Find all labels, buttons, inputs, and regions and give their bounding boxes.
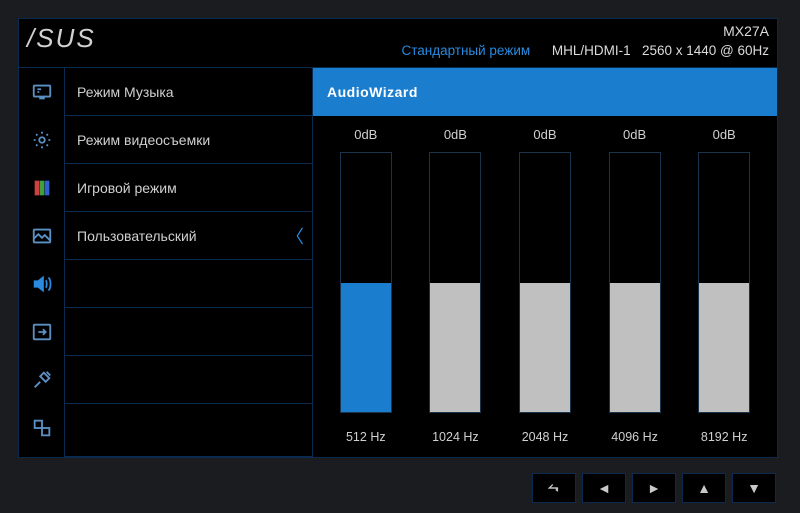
eq-db-label: 0dB [444, 116, 467, 152]
eq-bar-fill [610, 283, 660, 413]
eq-bar[interactable] [429, 152, 481, 413]
eq-band[interactable]: 0dB 4096 Hz [596, 116, 674, 457]
eq-bar-fill [430, 283, 480, 413]
eq-bar-fill [520, 283, 570, 413]
eq-hz-label: 4096 Hz [611, 417, 658, 457]
submenu: Режим Музыка Режим видеосъемки Игровой р… [65, 68, 313, 457]
eq-db-label: 0dB [623, 116, 646, 152]
content-title: AudioWizard [313, 68, 777, 116]
header: /SUS MX27A Стандартный режим MHL/HDMI-1 … [19, 19, 777, 67]
sound-icon [31, 273, 53, 295]
nav-back-button[interactable] [532, 473, 576, 503]
down-icon: ▼ [747, 480, 761, 496]
menu-empty-row [65, 356, 312, 404]
menu-item-video[interactable]: Режим видеосъемки [65, 116, 312, 164]
eq-hz-label: 1024 Hz [432, 417, 479, 457]
sidebar-bluelight[interactable] [19, 116, 64, 164]
menu-item-label: Режим видеосъемки [77, 132, 210, 148]
menu-item-label: Игровой режим [77, 180, 177, 196]
nav-buttons: ◄ ► ▲ ▼ [532, 473, 776, 503]
sidebar-image[interactable] [19, 212, 64, 260]
sidebar-sound[interactable] [19, 260, 64, 308]
model-label: MX27A [723, 23, 769, 39]
eq-bar[interactable] [519, 152, 571, 413]
sidebar-system[interactable] [19, 356, 64, 404]
picture-mode-label: Стандартный режим [401, 43, 530, 58]
body: Режим Музыка Режим видеосъемки Игровой р… [19, 67, 777, 457]
osd-panel: /SUS MX27A Стандартный режим MHL/HDMI-1 … [18, 18, 778, 458]
eq-band[interactable]: 0dB 8192 Hz [685, 116, 763, 457]
eq-db-label: 0dB [713, 116, 736, 152]
header-status: Стандартный режим MHL/HDMI-1 2560 x 1440… [401, 43, 769, 58]
eq-band[interactable]: 0dB 512 Hz [327, 116, 405, 457]
eq-hz-label: 8192 Hz [701, 417, 748, 457]
resolution-label: 2560 x 1440 @ 60Hz [642, 43, 769, 58]
menu-item-music[interactable]: Режим Музыка [65, 68, 312, 116]
sidebar-input[interactable] [19, 308, 64, 356]
sidebar [19, 68, 65, 457]
splendid-icon [31, 81, 53, 103]
eq-hz-label: 512 Hz [346, 417, 386, 457]
brand-logo: /SUS [27, 23, 96, 54]
back-icon [547, 481, 561, 495]
sidebar-splendid[interactable] [19, 68, 64, 116]
image-icon [31, 225, 53, 247]
menu-item-label: Пользовательский [77, 228, 197, 244]
equalizer: 0dB512 Hz0dB1024 Hz0dB2048 Hz0dB4096 Hz0… [313, 116, 777, 457]
eq-bar-fill [699, 283, 749, 413]
menu-item-label: Режим Музыка [77, 84, 174, 100]
eq-hz-label: 2048 Hz [522, 417, 569, 457]
tools-icon [31, 369, 53, 391]
menu-item-user[interactable]: Пользовательский 〈 [65, 212, 312, 260]
input-icon [31, 321, 53, 343]
shortcut-icon [31, 417, 53, 439]
eq-db-label: 0dB [533, 116, 556, 152]
sidebar-color[interactable] [19, 164, 64, 212]
menu-item-game[interactable]: Игровой режим [65, 164, 312, 212]
brightness-icon [31, 129, 53, 151]
content-pane: AudioWizard 0dB 512 Hz 0dB 1024 Hz 0dB 2048 H… [313, 68, 777, 457]
eq-bar[interactable] [340, 152, 392, 413]
chevron-left-icon: 〈 [286, 223, 304, 249]
nav-up-button[interactable]: ▲ [682, 473, 726, 503]
eq-bar[interactable] [609, 152, 661, 413]
input-label: MHL/HDMI-1 [552, 43, 631, 58]
right-icon: ► [647, 480, 661, 496]
eq-bar[interactable] [698, 152, 750, 413]
menu-empty-row [65, 260, 312, 308]
menu-empty-row [65, 308, 312, 356]
nav-left-button[interactable]: ◄ [582, 473, 626, 503]
up-icon: ▲ [697, 480, 711, 496]
sidebar-shortcut[interactable] [19, 404, 64, 452]
eq-band[interactable]: 0dB 1024 Hz [416, 116, 494, 457]
eq-band[interactable]: 0dB 2048 Hz [506, 116, 584, 457]
nav-down-button[interactable]: ▼ [732, 473, 776, 503]
nav-right-button[interactable]: ► [632, 473, 676, 503]
color-icon [31, 177, 53, 199]
eq-db-label: 0dB [354, 116, 377, 152]
eq-bar-fill [341, 283, 391, 413]
menu-spacer [65, 404, 312, 457]
left-icon: ◄ [597, 480, 611, 496]
